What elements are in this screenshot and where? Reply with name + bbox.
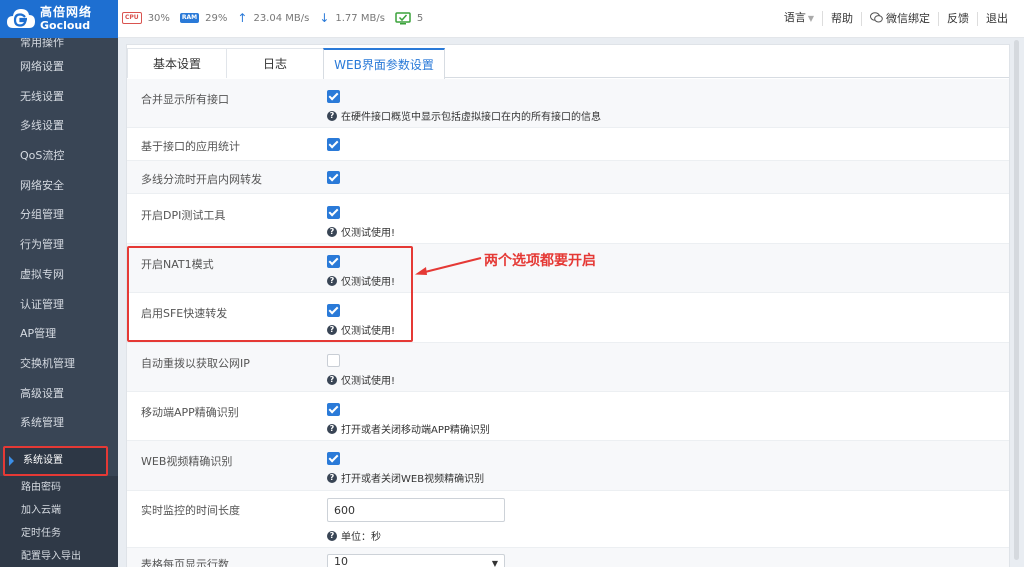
help-icon: ?: [327, 110, 337, 121]
help-link[interactable]: 帮助: [823, 11, 862, 26]
cpu-icon: CPU: [122, 12, 142, 24]
annotation-highlight-box: [127, 246, 413, 342]
merge-interfaces-checkbox[interactable]: [327, 90, 340, 103]
setting-row-rows-per-page: 表格每页显示行数 10 ▼: [127, 548, 1009, 567]
setting-hint: ? 打开或者关闭WEB视频精确识别: [327, 470, 484, 485]
setting-label: 自动重拨以获取公网IP: [141, 357, 250, 370]
setting-label: 表格每页显示行数: [141, 558, 229, 567]
chevron-down-icon: ▼: [807, 14, 814, 23]
download-rate: 1.77 MB/s: [335, 12, 385, 24]
sidebar-item-advanced[interactable]: 高级设置: [0, 379, 118, 409]
sidebar-item-auth[interactable]: 认证管理: [0, 290, 118, 320]
sidebar: 常用操作 网络设置 无线设置 多线设置 QoS流控 网络安全 分组管理 行为管理…: [0, 38, 118, 567]
cpu-usage: 30%: [147, 12, 170, 24]
app-stats-checkbox[interactable]: [327, 138, 340, 151]
setting-hint: ? 仅测试使用!: [327, 224, 395, 239]
sidebar-item-groups[interactable]: 分组管理: [0, 200, 118, 230]
setting-row-auto-redial: 自动重拨以获取公网IP ? 仅测试使用!: [127, 343, 1009, 392]
system-stats: CPU 30% RAM 29% ↑ 23.04 MB/s ↓ 1.77 MB/s…: [122, 11, 427, 25]
upload-rate: 23.04 MB/s: [253, 12, 310, 24]
sidebar-item-system-settings[interactable]: 系统设置: [3, 446, 108, 476]
sidebar-item-qos[interactable]: QoS流控: [0, 141, 118, 171]
tab-web-ui-settings[interactable]: WEB界面参数设置: [323, 48, 445, 79]
ram-usage: 29%: [205, 12, 228, 24]
setting-label: 实时监控的时间长度: [141, 504, 240, 517]
wechat-bind-link[interactable]: 微信绑定: [862, 11, 939, 26]
sidebar-item-behavior[interactable]: 行为管理: [0, 230, 118, 260]
upload-arrow-icon: ↑: [237, 11, 248, 25]
rows-per-page-select[interactable]: 10 ▼: [327, 554, 505, 567]
setting-hint: ? 仅测试使用!: [327, 372, 395, 387]
sidebar-item-wireless[interactable]: 无线设置: [0, 82, 118, 112]
sidebar-subitem-config-import-export[interactable]: 配置导入导出: [0, 545, 118, 567]
setting-hint: ? 打开或者关闭移动端APP精确识别: [327, 421, 490, 436]
annotation-arrow-icon: [415, 257, 482, 275]
page-scrollbar[interactable]: [1014, 40, 1019, 560]
language-menu[interactable]: 语言 ▼: [776, 11, 823, 26]
online-devices-count: 5: [416, 12, 424, 24]
logout-link[interactable]: 退出: [978, 12, 1016, 26]
auto-redial-checkbox[interactable]: [327, 354, 340, 367]
help-icon: ?: [327, 472, 337, 483]
sidebar-item-multiline[interactable]: 多线设置: [0, 111, 118, 141]
brand-name-en: Gocloud: [40, 19, 91, 32]
setting-hint: ? 单位：秒: [327, 528, 381, 543]
tab-bar: 基本设置 日志 WEB界面参数设置: [127, 45, 1009, 79]
setting-row-merge-interfaces: 合并显示所有接口 ? 在硬件接口概览中显示包括虚拟接口在内的所有接口的信息: [127, 79, 1009, 128]
monitor-icon: [395, 11, 411, 24]
lan-forwarding-checkbox[interactable]: [327, 171, 340, 184]
brand-name-cn: 高倍网络: [40, 5, 93, 19]
help-icon: ?: [327, 374, 337, 385]
sidebar-subitem-scheduled-tasks[interactable]: 定时任务: [0, 522, 118, 545]
help-icon: ?: [327, 423, 337, 434]
cloud-logo-icon: [7, 9, 35, 28]
top-bar: 高倍网络 Gocloud CPU 30% RAM 29% ↑ 23.04 MB/…: [0, 0, 1024, 38]
monitor-duration-input[interactable]: [327, 498, 505, 522]
mobile-app-recognition-checkbox[interactable]: [327, 403, 340, 416]
top-menu: 语言 ▼ 帮助 微信绑定 反馈 退出: [776, 11, 1016, 26]
setting-label: 基于接口的应用统计: [141, 140, 240, 153]
sidebar-item-network[interactable]: 网络设置: [0, 52, 118, 82]
setting-row-app-stats: 基于接口的应用统计: [127, 128, 1009, 161]
setting-label: WEB视频精确识别: [141, 455, 233, 468]
sidebar-item-switch[interactable]: 交换机管理: [0, 349, 118, 379]
dpi-tool-checkbox[interactable]: [327, 206, 340, 219]
setting-row-monitor-duration: 实时监控的时间长度 ?单位：秒: [127, 491, 1009, 548]
brand-logo[interactable]: 高倍网络 Gocloud: [0, 0, 118, 38]
web-video-recognition-checkbox[interactable]: [327, 452, 340, 465]
help-icon: ?: [327, 530, 337, 541]
sidebar-item-ap[interactable]: AP管理: [0, 319, 118, 349]
sidebar-subitem-join-cloud[interactable]: 加入云端: [0, 499, 118, 522]
setting-row-web-video-recognition: WEB视频精确识别 ? 打开或者关闭WEB视频精确识别: [127, 441, 1009, 491]
setting-row-mobile-app-recognition: 移动端APP精确识别 ? 打开或者关闭移动端APP精确识别: [127, 392, 1009, 441]
ram-icon: RAM: [179, 13, 200, 23]
setting-label: 多线分流时开启内网转发: [141, 173, 262, 186]
setting-hint: ? 在硬件接口概览中显示包括虚拟接口在内的所有接口的信息: [327, 108, 601, 123]
setting-label: 合并显示所有接口: [141, 93, 229, 106]
caret-right-icon: [9, 456, 14, 466]
wechat-icon: [870, 11, 883, 23]
download-arrow-icon: ↓: [319, 11, 330, 25]
setting-label: 移动端APP精确识别: [141, 406, 239, 419]
sidebar-item-vpn[interactable]: 虚拟专网: [0, 260, 118, 290]
tab-basic-settings[interactable]: 基本设置: [127, 48, 227, 78]
sidebar-subitem-router-password[interactable]: 路由密码: [0, 476, 118, 499]
annotation-text: 两个选项都要开启: [484, 253, 596, 269]
sidebar-item-common[interactable]: 常用操作: [0, 38, 118, 52]
help-icon: ?: [327, 226, 337, 237]
setting-label: 开启DPI测试工具: [141, 209, 226, 222]
tab-logs[interactable]: 日志: [226, 48, 324, 78]
setting-row-dpi-tool: 开启DPI测试工具 ? 仅测试使用!: [127, 194, 1009, 244]
feedback-link[interactable]: 反馈: [939, 11, 978, 26]
chevron-down-icon: ▼: [491, 559, 498, 567]
sidebar-item-security[interactable]: 网络安全: [0, 171, 118, 201]
setting-row-lan-forwarding: 多线分流时开启内网转发: [127, 161, 1009, 194]
sidebar-item-system[interactable]: 系统管理: [0, 408, 118, 438]
